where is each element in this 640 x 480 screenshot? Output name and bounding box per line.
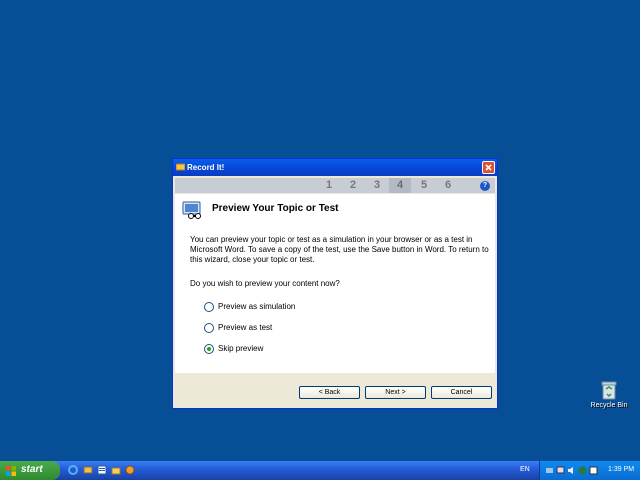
window-title: Record It! — [187, 163, 225, 172]
recycle-bin-icon — [600, 380, 618, 400]
internet-explorer-icon[interactable] — [68, 465, 78, 475]
help-icon[interactable]: ? — [480, 181, 490, 191]
step-5: 5 — [420, 179, 428, 191]
display-icon[interactable] — [556, 466, 565, 475]
taskbar: start EN 1:39 PM — [0, 461, 640, 480]
description-text: You can preview your topic or test as a … — [190, 235, 489, 264]
close-button[interactable] — [482, 161, 495, 174]
option-label: Preview as test — [218, 323, 273, 332]
page-title: Preview Your Topic or Test — [212, 203, 339, 214]
step-2: 2 — [349, 179, 357, 191]
volume-icon[interactable] — [567, 466, 576, 475]
option-label: Preview as simulation — [218, 302, 296, 311]
folder-icon[interactable] — [111, 465, 121, 475]
close-icon — [485, 164, 492, 171]
update-icon[interactable] — [589, 466, 598, 475]
media-icon[interactable] — [125, 465, 135, 475]
clock[interactable]: 1:39 PM — [608, 466, 634, 473]
windows-logo-icon — [6, 466, 16, 476]
radio-button[interactable] — [204, 302, 214, 312]
language-indicator[interactable]: EN — [520, 466, 530, 473]
start-label: start — [21, 464, 43, 475]
recycle-bin-shortcut[interactable]: Recycle Bin — [586, 380, 632, 409]
tools-icon[interactable] — [83, 465, 93, 475]
radio-button[interactable] — [204, 323, 214, 333]
preview-monitor-icon — [182, 201, 201, 219]
radio-button-selected[interactable] — [204, 344, 214, 354]
security-icon[interactable] — [578, 466, 587, 475]
record-it-window: Record It! 1 2 3 4 5 6 ? Preview Your To… — [172, 158, 498, 409]
cancel-button[interactable]: Cancel — [431, 386, 492, 399]
question-text: Do you wish to preview your content now? — [190, 279, 340, 288]
step-6: 6 — [444, 179, 452, 191]
step-3: 3 — [373, 179, 381, 191]
title-bar[interactable]: Record It! — [173, 159, 497, 176]
step-indicator: 1 2 3 4 5 6 ? — [175, 178, 495, 193]
step-4-active: 4 — [389, 178, 411, 193]
app-icon — [176, 163, 185, 171]
word-icon[interactable] — [97, 465, 107, 475]
back-button[interactable]: < Back — [299, 386, 360, 399]
system-tray: 1:39 PM — [539, 461, 640, 480]
next-button[interactable]: Next > — [365, 386, 426, 399]
option-label: Skip preview — [218, 344, 264, 353]
step-1: 1 — [325, 179, 333, 191]
start-button[interactable]: start — [0, 461, 60, 480]
network-icon[interactable] — [545, 466, 554, 475]
recycle-bin-label: Recycle Bin — [590, 402, 628, 409]
wizard-content: Preview Your Topic or Test You can previ… — [175, 194, 495, 373]
